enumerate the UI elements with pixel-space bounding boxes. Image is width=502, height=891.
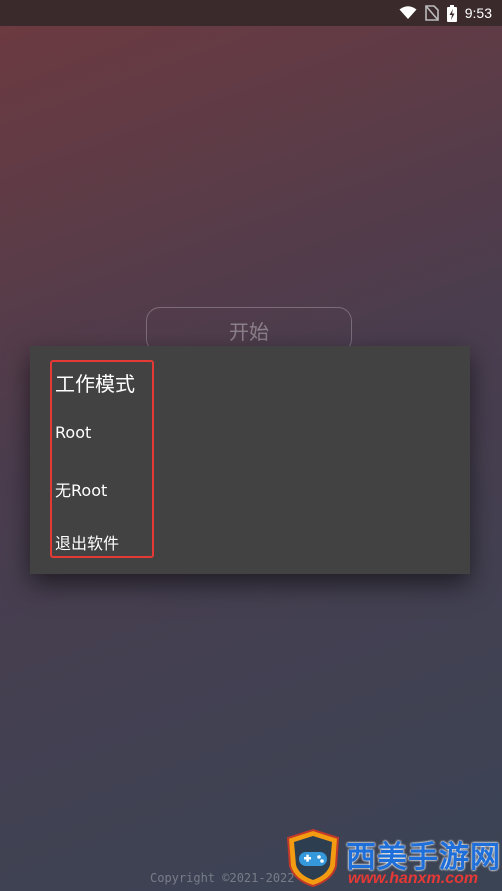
status-icons: 9:53	[399, 0, 492, 26]
annotation-highlight-box	[50, 360, 154, 558]
app-screen: 9:53 开始 工作模式 Root 无Root 退出软件 Copyright ©…	[0, 0, 502, 891]
watermark-url: www.hanxm.com	[348, 870, 479, 887]
site-watermark: 西美手游网 www.hanxm.com	[284, 826, 502, 891]
status-time: 9:53	[464, 5, 492, 21]
wifi-icon	[399, 6, 417, 20]
status-bar: 9:53	[0, 0, 502, 26]
no-sim-icon	[424, 5, 439, 21]
gamepad-shield-logo-icon	[284, 828, 342, 888]
battery-charging-icon	[446, 4, 457, 22]
